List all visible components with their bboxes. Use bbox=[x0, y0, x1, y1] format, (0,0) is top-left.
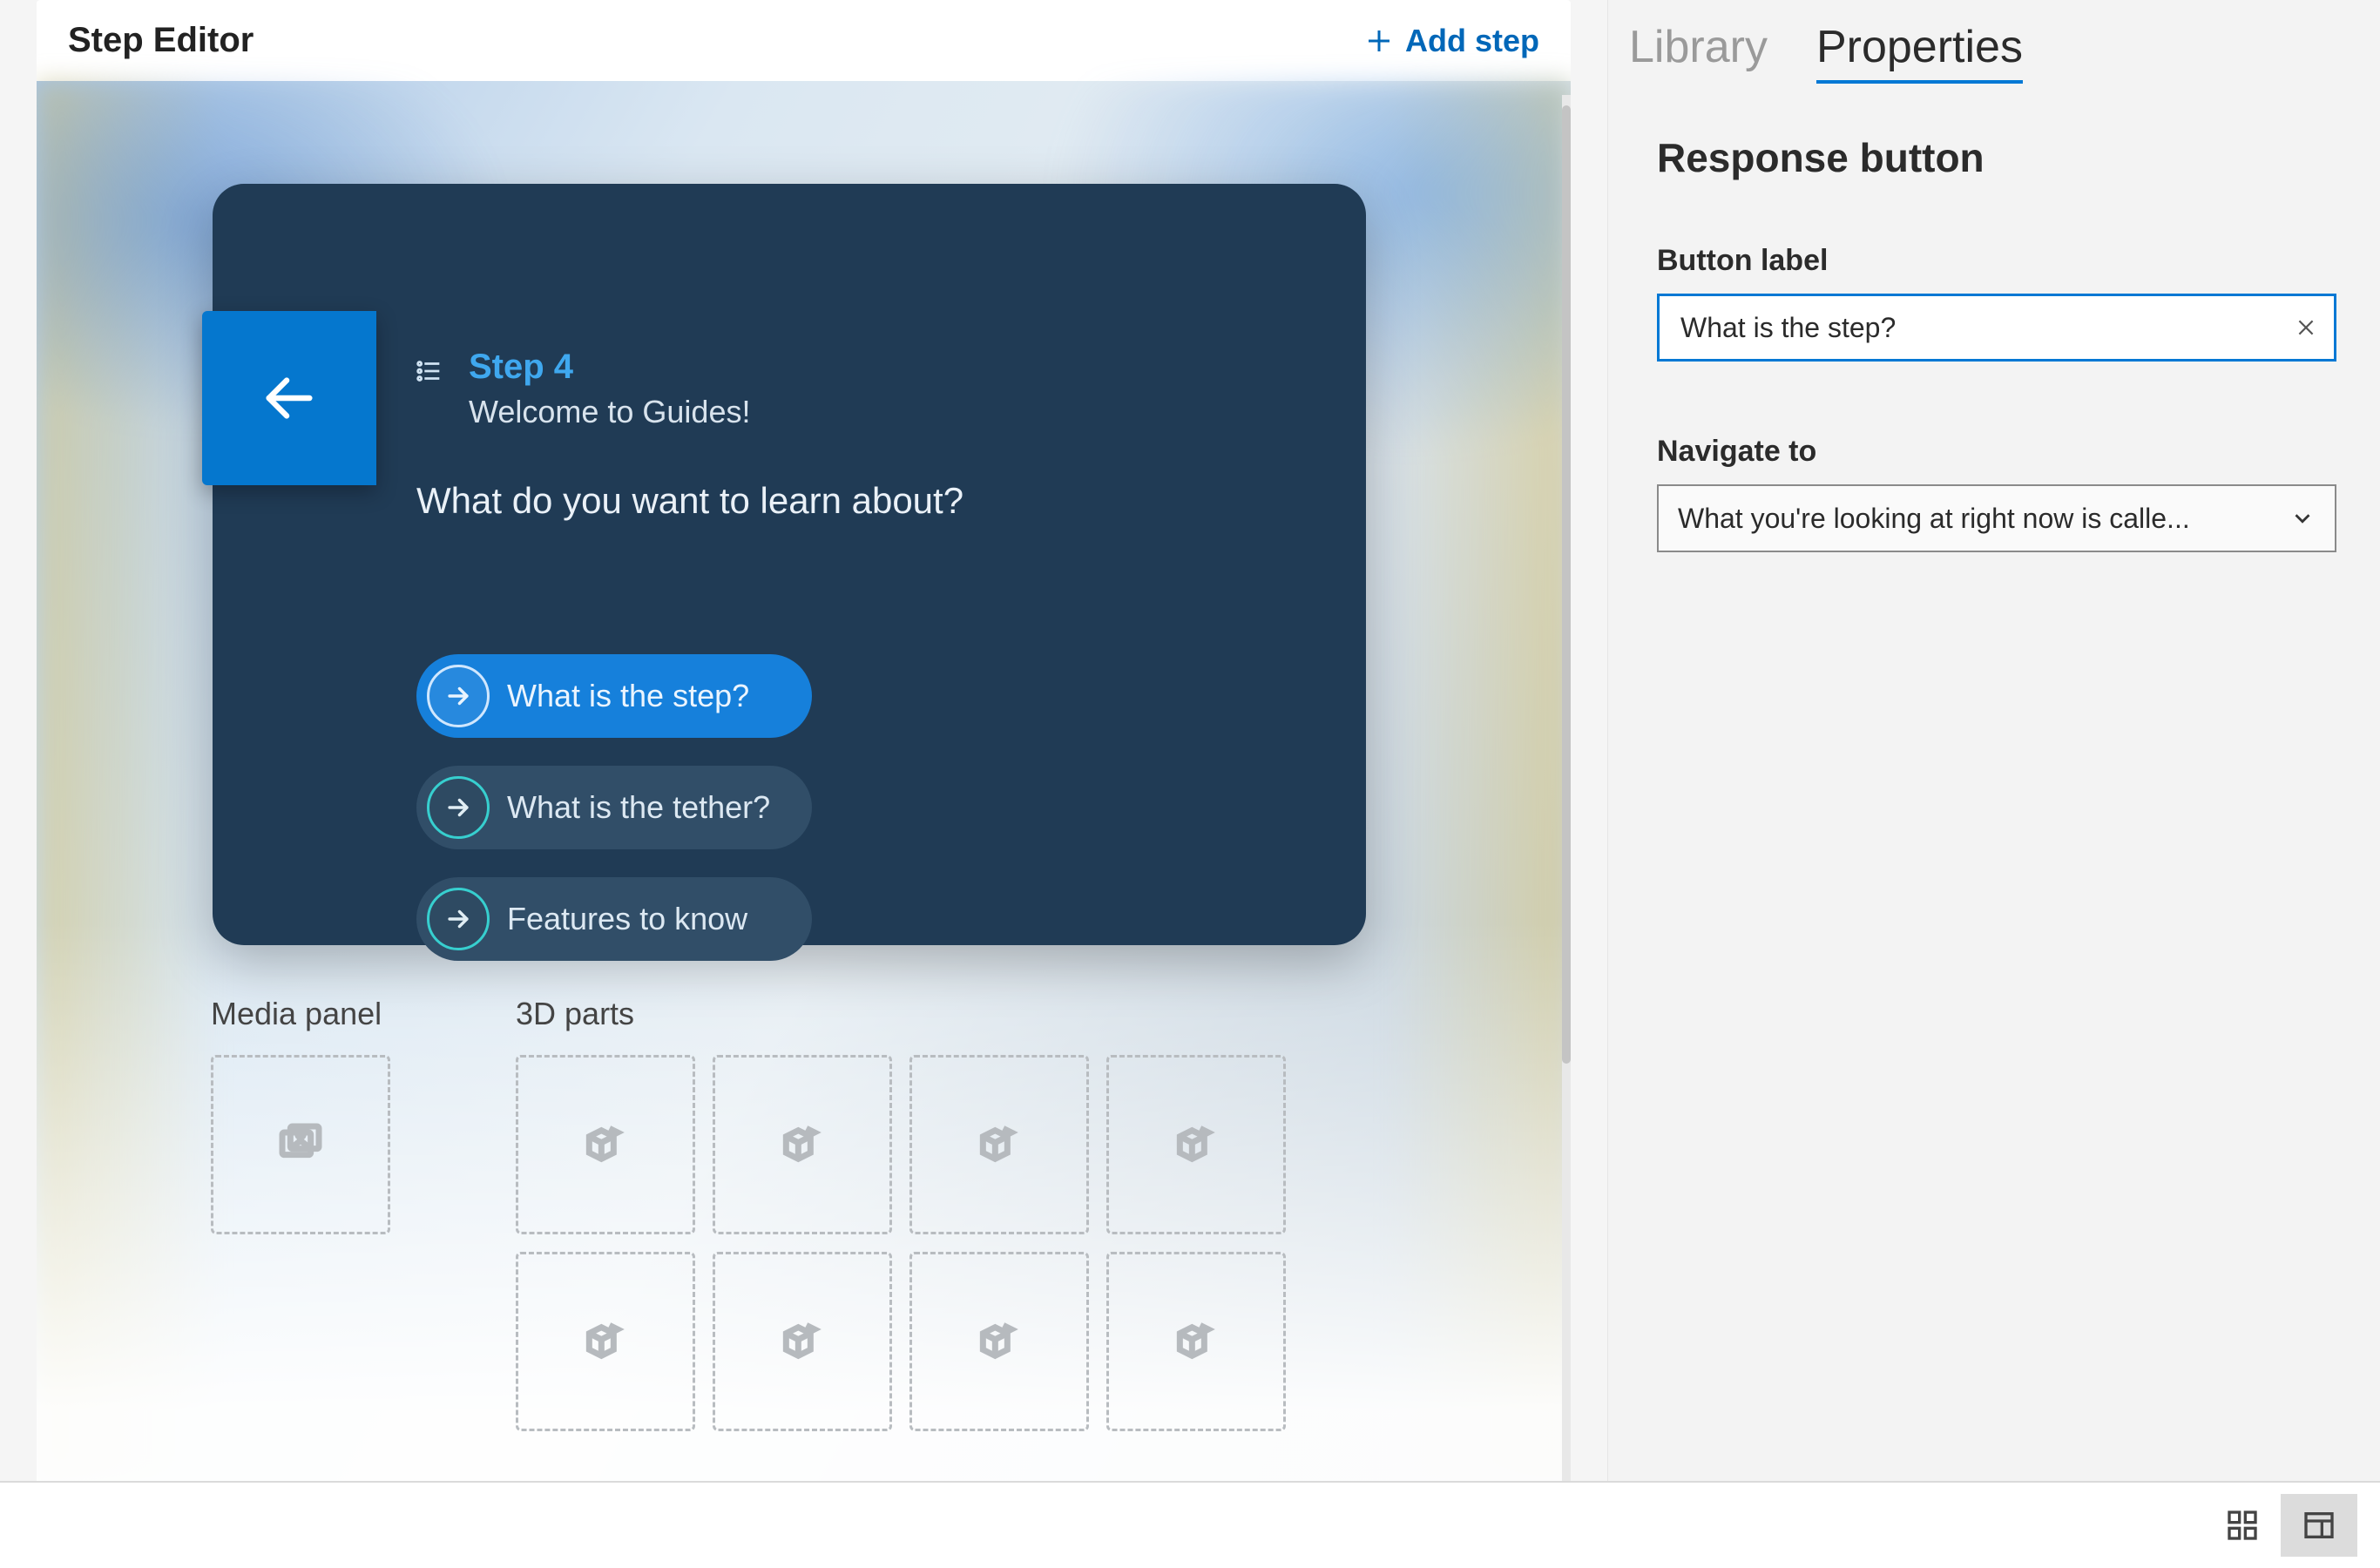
button-label-field-label: Button label bbox=[1657, 244, 2336, 278]
add-step-label: Add step bbox=[1405, 23, 1539, 59]
response-label: Features to know bbox=[507, 901, 747, 937]
navigate-to-dropdown[interactable]: What you're looking at right now is call… bbox=[1657, 484, 2336, 552]
grid-icon bbox=[2225, 1508, 2260, 1543]
cube-icon bbox=[975, 1120, 1024, 1169]
response-label: What is the step? bbox=[507, 678, 749, 714]
arrow-left-icon bbox=[259, 368, 320, 429]
properties-heading: Response button bbox=[1657, 134, 2340, 181]
cube-icon bbox=[581, 1317, 630, 1366]
tab-properties[interactable]: Properties bbox=[1816, 21, 2023, 84]
response-option-3[interactable]: Features to know bbox=[416, 877, 812, 961]
cube-icon bbox=[975, 1317, 1024, 1366]
plus-icon bbox=[1363, 25, 1395, 57]
step-title: Step 4 bbox=[469, 348, 750, 387]
arrow-right-icon bbox=[443, 904, 473, 934]
cube-icon bbox=[778, 1120, 827, 1169]
back-button[interactable] bbox=[202, 311, 376, 485]
view-detail-button[interactable] bbox=[2281, 1494, 2357, 1557]
parts-panel-title: 3D parts bbox=[516, 996, 1286, 1032]
image-icon bbox=[276, 1120, 325, 1169]
part-slot[interactable] bbox=[1106, 1055, 1286, 1234]
arrow-right-icon bbox=[443, 681, 473, 711]
step-question: What do you want to learn about? bbox=[416, 480, 963, 522]
media-panel-title: Media panel bbox=[211, 996, 390, 1032]
cube-icon bbox=[1172, 1317, 1220, 1366]
part-slot[interactable] bbox=[713, 1055, 892, 1234]
part-slot[interactable] bbox=[1106, 1252, 1286, 1431]
tab-library[interactable]: Library bbox=[1629, 21, 1768, 80]
step-subtitle: Welcome to Guides! bbox=[469, 394, 750, 430]
button-label-input[interactable] bbox=[1657, 294, 2336, 362]
clear-input-button[interactable] bbox=[2289, 311, 2323, 344]
properties-pane: Library Properties Response button Butto… bbox=[1607, 0, 2380, 1481]
step-card[interactable]: Step 4 Welcome to Guides! What do you wa… bbox=[213, 184, 1366, 945]
media-slot[interactable] bbox=[211, 1055, 390, 1234]
part-slot[interactable] bbox=[516, 1252, 695, 1431]
bottom-toolbar bbox=[0, 1481, 2380, 1568]
cube-icon bbox=[581, 1120, 630, 1169]
response-label: What is the tether? bbox=[507, 789, 770, 826]
navigate-to-field-label: Navigate to bbox=[1657, 435, 2336, 469]
part-slot[interactable] bbox=[516, 1055, 695, 1234]
part-slot[interactable] bbox=[909, 1055, 1089, 1234]
arrow-right-icon bbox=[443, 793, 473, 822]
response-option-1[interactable]: What is the step? bbox=[416, 654, 812, 738]
part-slot[interactable] bbox=[909, 1252, 1089, 1431]
scrollbar[interactable] bbox=[1562, 95, 1571, 1481]
part-slot[interactable] bbox=[713, 1252, 892, 1431]
response-option-2[interactable]: What is the tether? bbox=[416, 766, 812, 849]
panel-icon bbox=[2302, 1508, 2336, 1543]
cube-icon bbox=[778, 1317, 827, 1366]
close-icon bbox=[2295, 316, 2317, 339]
preview-canvas[interactable]: Step 4 Welcome to Guides! What do you wa… bbox=[37, 81, 1571, 1481]
outline-icon bbox=[415, 356, 444, 390]
view-grid-button[interactable] bbox=[2204, 1494, 2281, 1557]
add-step-button[interactable]: Add step bbox=[1363, 23, 1539, 59]
scrollbar-thumb[interactable] bbox=[1562, 105, 1571, 1064]
cube-icon bbox=[1172, 1120, 1220, 1169]
chevron-down-icon bbox=[2289, 505, 2316, 531]
page-title: Step Editor bbox=[68, 21, 254, 60]
dropdown-value: What you're looking at right now is call… bbox=[1678, 503, 2190, 535]
